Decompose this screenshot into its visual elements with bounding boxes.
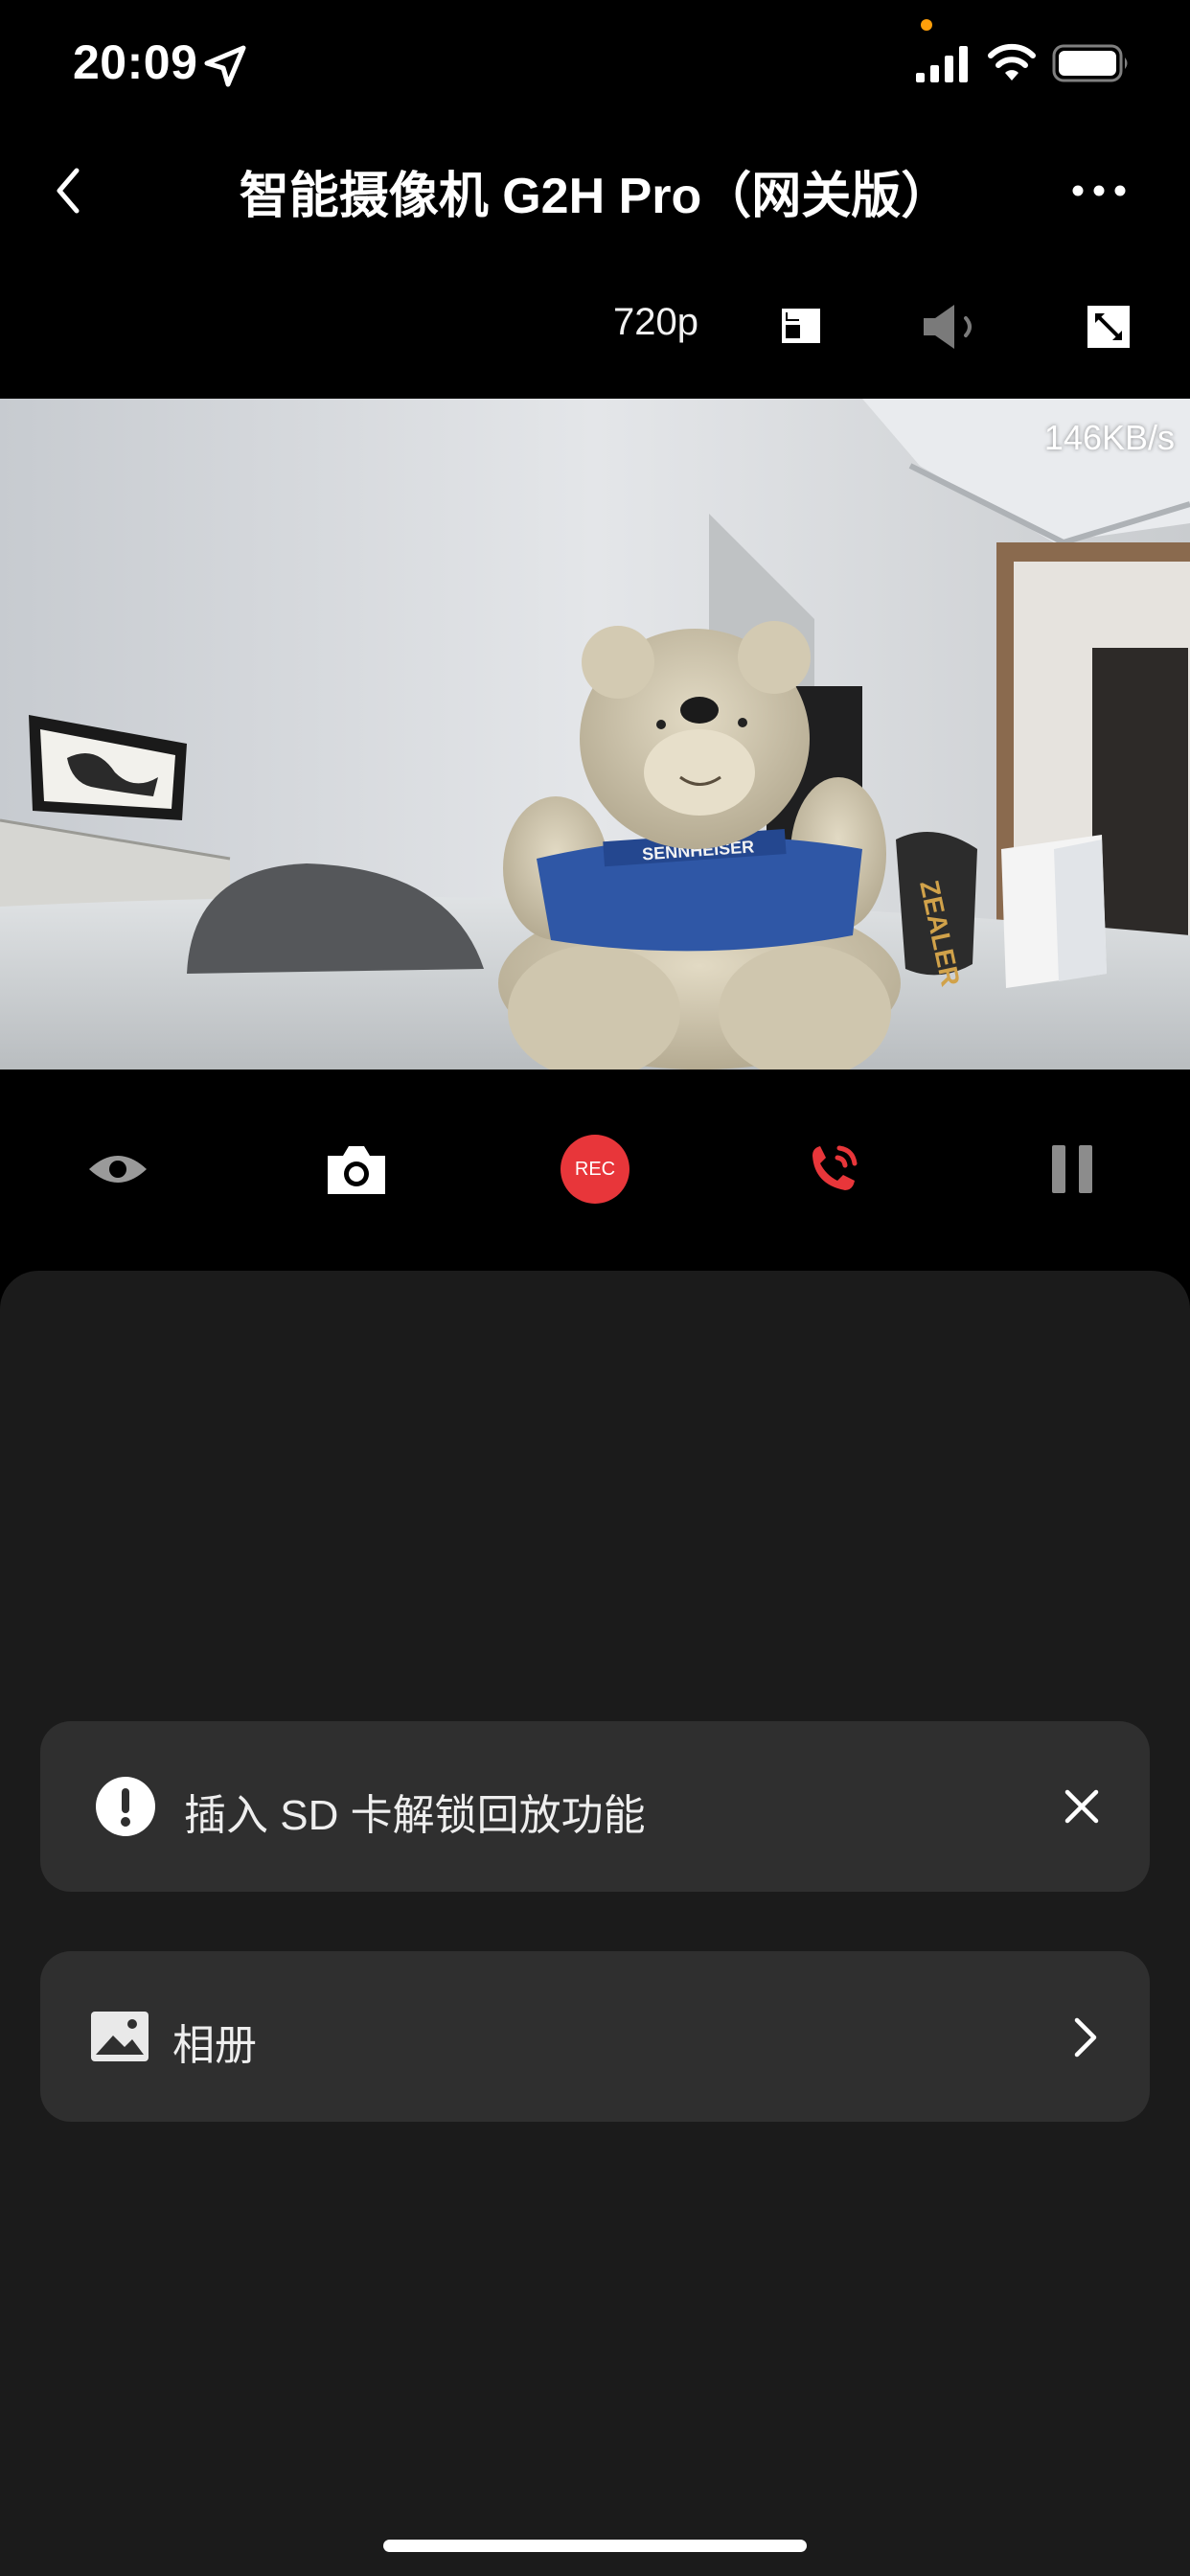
warning-icon xyxy=(96,1777,155,1836)
status-time: 20:09 xyxy=(73,35,198,89)
live-video-feed[interactable]: ZEALER SENNHEISER xyxy=(0,399,1190,1070)
album-label: 相册 xyxy=(172,2022,257,2069)
speaker-muted-icon[interactable] xyxy=(922,303,983,351)
pause-icon xyxy=(1052,1145,1092,1193)
camera-icon xyxy=(328,1146,385,1194)
chevron-right-icon xyxy=(1074,2017,1097,2058)
watch-mode-button[interactable] xyxy=(60,1112,175,1227)
cellular-signal-icon xyxy=(916,46,968,82)
wifi-icon xyxy=(988,43,1036,80)
location-arrow-icon xyxy=(204,45,246,87)
privacy-indicator-dot xyxy=(921,19,932,31)
home-indicator[interactable] xyxy=(383,2540,807,2552)
camera-scene-image: ZEALER SENNHEISER xyxy=(0,399,1190,1070)
sd-card-banner-text: 插入 SD 卡解锁回放功能 xyxy=(184,1792,646,1839)
voice-call-button[interactable] xyxy=(776,1112,891,1227)
fullscreen-icon[interactable] xyxy=(1087,305,1131,349)
image-gallery-icon xyxy=(91,2012,149,2061)
phone-call-icon xyxy=(812,1145,858,1190)
album-entry[interactable]: 相册 xyxy=(40,1951,1150,2122)
picture-in-picture-icon[interactable] xyxy=(780,305,822,347)
battery-icon xyxy=(1052,44,1128,82)
close-icon[interactable] xyxy=(1064,1788,1100,1825)
pause-button[interactable] xyxy=(1015,1112,1130,1227)
record-label: REC xyxy=(574,1158,616,1180)
quality-selector[interactable]: 720p xyxy=(613,301,698,344)
bitrate-label: 146KB/s xyxy=(1043,418,1175,457)
eye-icon xyxy=(89,1156,147,1183)
snapshot-button[interactable] xyxy=(299,1112,414,1227)
back-chevron-icon[interactable] xyxy=(48,165,90,217)
sd-card-banner: 插入 SD 卡解锁回放功能 xyxy=(40,1721,1150,1892)
more-options-icon[interactable] xyxy=(1071,182,1127,199)
page-title: 智能摄像机 G2H Pro（网关版） xyxy=(239,169,951,224)
bottom-panel xyxy=(0,1271,1190,2576)
record-button[interactable]: REC xyxy=(538,1112,652,1227)
